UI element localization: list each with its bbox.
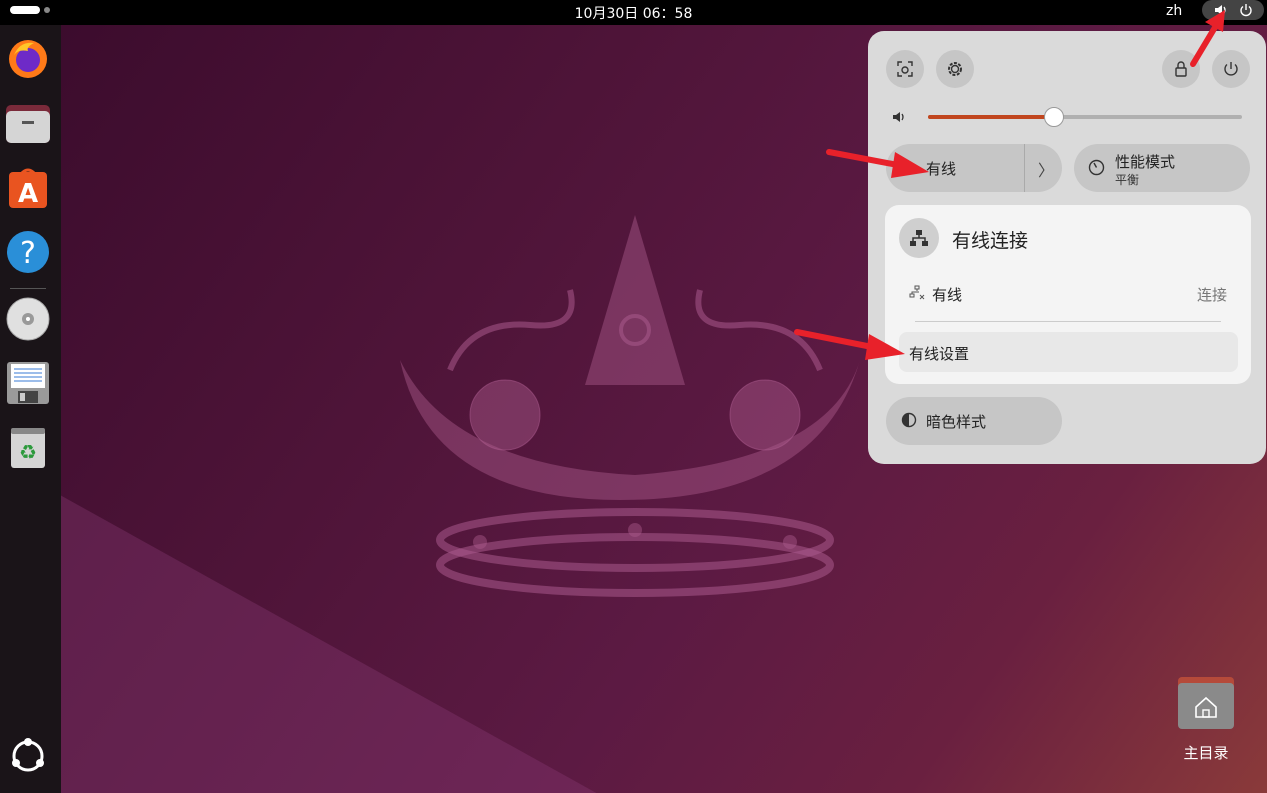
screenshot-icon [897,61,913,77]
screenshot-button[interactable] [886,50,924,88]
dark-style-toggle[interactable]: 暗色样式 [886,397,1062,445]
power-mode-icon [1088,159,1105,176]
volume-slider-fill [928,115,1054,119]
toggle-divider [1024,144,1025,192]
svg-text:♻: ♻ [19,440,37,464]
wired-settings-item[interactable]: 有线设置 [899,332,1238,372]
svg-text:A: A [18,179,38,209]
volume-slider[interactable] [928,107,1242,127]
files-icon[interactable] [6,102,50,146]
power-icon [1239,4,1252,17]
power-mode-toggle[interactable]: 性能模式 平衡 [1074,144,1250,192]
input-language-indicator[interactable]: zh [1166,3,1182,19]
dark-style-label: 暗色样式 [926,413,987,431]
power-mode-subtitle: 平衡 [1115,173,1140,187]
floppy-drive-icon[interactable] [6,361,50,405]
help-icon[interactable]: ? [6,230,50,274]
wired-settings-label: 有线设置 [909,345,970,363]
quick-settings-panel: 有线 〉 性能模式 平衡 有线连接 有线 连接 有线设置 暗色样式 [868,31,1266,464]
home-folder-icon[interactable] [1176,677,1236,731]
app-center-icon[interactable]: A [6,166,50,210]
submenu-title: 有线连接 [952,230,1029,252]
top-bar: 10月30日 06：58 zh [0,0,1267,25]
wallpaper-crown-art [400,215,860,597]
settings-button[interactable] [936,50,974,88]
wired-connection-label: 有线 [932,286,963,304]
volume-icon [893,112,904,122]
dark-mode-icon [901,412,917,428]
show-apps-icon[interactable] [6,734,50,778]
annotation-arrow [794,329,905,360]
volume-slider-handle[interactable] [1043,107,1064,127]
home-folder-label: 主目录 [1183,744,1229,762]
power-mode-title: 性能模式 [1115,153,1176,171]
wired-connection-item[interactable]: 有线 连接 [901,277,1237,309]
network-disconnected-icon [909,285,925,300]
cd-drive-icon[interactable] [6,297,50,341]
connect-button[interactable]: 连接 [1197,284,1227,305]
wired-connection-submenu: 有线连接 有线 连接 有线设置 [885,205,1251,384]
dock-separator [10,288,46,289]
svg-text:?: ? [20,236,36,271]
trash-icon[interactable]: ♻ [6,425,50,469]
chevron-right-icon[interactable]: 〉 [1038,157,1054,181]
clock[interactable]: 10月30日 06：58 [0,3,1267,23]
submenu-divider [915,321,1221,322]
firefox-icon[interactable] [6,37,50,81]
annotation-arrow [1190,10,1225,67]
network-wired-icon [899,218,939,258]
annotation-arrow [826,149,929,178]
dock: A ? ♻ [0,25,61,793]
gear-icon [948,62,962,76]
